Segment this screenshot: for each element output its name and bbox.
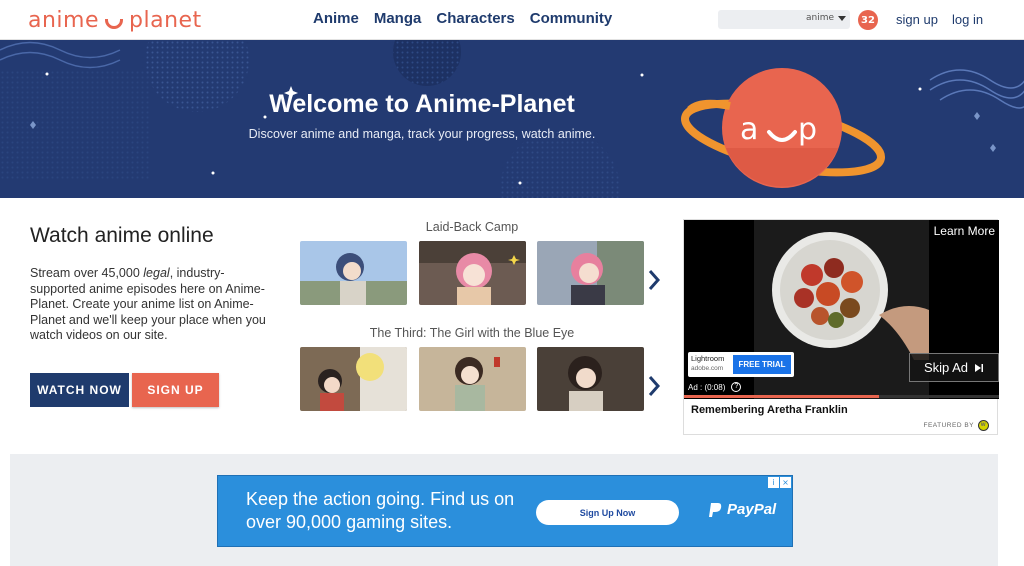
thumbnail-image xyxy=(537,241,644,305)
notification-badge[interactable]: 32 xyxy=(858,10,878,30)
watch-section-title: Watch anime online xyxy=(30,224,214,247)
sign-up-button[interactable]: SIGN UP xyxy=(132,373,219,407)
thumbnail-image xyxy=(537,347,644,411)
sign-up-link[interactable]: sign up xyxy=(896,12,938,27)
episode-thumbnail[interactable] xyxy=(300,241,407,305)
logo-text-left: anime xyxy=(28,7,100,33)
logo-smile-icon xyxy=(105,19,124,29)
ad-timer-text: Ad : (0:08) xyxy=(688,382,726,392)
episode-thumbnail[interactable] xyxy=(537,241,644,305)
nav-anime[interactable]: Anime xyxy=(313,10,359,27)
carousel-title-laid-back-camp[interactable]: Laid-Back Camp xyxy=(272,220,672,234)
carousel-next-chevron-icon[interactable] xyxy=(647,374,661,398)
featured-by: FEATURED BY w xyxy=(923,420,989,431)
free-trial-button[interactable]: FREE TRIAL xyxy=(733,355,791,374)
episode-thumbnail[interactable] xyxy=(300,347,407,411)
ad-close-icon[interactable]: × xyxy=(780,477,791,488)
thumbnail-image xyxy=(419,241,526,305)
carousel-next-chevron-icon[interactable] xyxy=(647,268,661,292)
video-ad[interactable]: Learn More Lightroom adobe.com FREE TRIA… xyxy=(683,219,999,435)
lightroom-overlay[interactable]: Lightroom adobe.com FREE TRIAL xyxy=(688,352,794,377)
search-input[interactable]: anime xyxy=(718,10,850,29)
featured-brand-logo-icon: w xyxy=(978,420,989,431)
learn-more-link[interactable]: Learn More xyxy=(934,224,995,238)
hero-background-art: a p xyxy=(0,40,1024,198)
nav-manga[interactable]: Manga xyxy=(374,10,422,27)
hero-subtitle: Discover anime and manga, track your pro… xyxy=(248,127,596,141)
lightroom-url: adobe.com xyxy=(691,365,724,372)
paypal-p-icon xyxy=(709,502,722,517)
paypal-logo: PayPal xyxy=(708,501,776,518)
thumbnail-image xyxy=(300,241,407,305)
paypal-brand-text: PayPal xyxy=(727,501,777,518)
banner-sign-up-now-button[interactable]: Sign Up Now xyxy=(536,500,679,525)
lightroom-brand: Lightroom xyxy=(691,354,725,363)
skip-ad-button[interactable]: Skip Ad xyxy=(909,353,999,382)
episode-thumbnail[interactable] xyxy=(537,347,644,411)
site-logo[interactable]: anime planet xyxy=(28,6,202,34)
watch-now-button[interactable]: WATCH NOW xyxy=(30,373,129,407)
logo-text-right: planet xyxy=(129,7,202,33)
paypal-banner-ad[interactable]: Keep the action going. Find us on over 9… xyxy=(217,475,793,547)
hero-title: Welcome to Anime-Planet xyxy=(269,90,575,118)
watch-desc-em: legal xyxy=(143,266,170,280)
thumbnail-image xyxy=(419,347,526,411)
featured-by-label: FEATURED BY xyxy=(923,422,974,429)
log-in-link[interactable]: log in xyxy=(952,12,983,27)
episode-thumbnail[interactable] xyxy=(419,347,526,411)
skip-next-icon xyxy=(975,363,984,372)
banner-ad-text: Keep the action going. Find us on over 9… xyxy=(246,489,515,532)
ad-progress-bar xyxy=(684,395,999,398)
nav-characters[interactable]: Characters xyxy=(436,10,514,27)
watch-desc-pre: Stream over 45,000 xyxy=(30,266,144,280)
site-header: anime planet Anime Manga Characters Comm… xyxy=(0,0,1024,40)
episode-thumbnail[interactable] xyxy=(419,241,526,305)
ad-choices[interactable]: i × xyxy=(768,477,791,488)
main-nav: Anime Manga Characters Community xyxy=(313,10,612,27)
ad-video-player[interactable]: Learn More Lightroom adobe.com FREE TRIA… xyxy=(684,220,999,399)
ad-progress-fill xyxy=(684,395,880,398)
ad-info-icon[interactable]: i xyxy=(768,477,779,488)
chevron-down-icon[interactable] xyxy=(838,16,846,21)
hero-banner: a p Welcome to Anime-Planet Discover ani… xyxy=(0,40,1024,198)
nav-community[interactable]: Community xyxy=(530,10,613,27)
carousel-title-the-third[interactable]: The Third: The Girl with the Blue Eye xyxy=(272,326,672,340)
ad-video-caption[interactable]: Remembering Aretha Franklin xyxy=(691,404,848,416)
ad-timer: Ad : (0:08) ? xyxy=(688,382,742,392)
thumbnail-image xyxy=(300,347,407,411)
info-icon[interactable]: ? xyxy=(731,382,742,392)
search-type-select[interactable]: anime xyxy=(806,13,834,23)
skip-ad-label: Skip Ad xyxy=(923,360,969,375)
watch-section-description: Stream over 45,000 legal, industry-suppo… xyxy=(30,266,275,344)
